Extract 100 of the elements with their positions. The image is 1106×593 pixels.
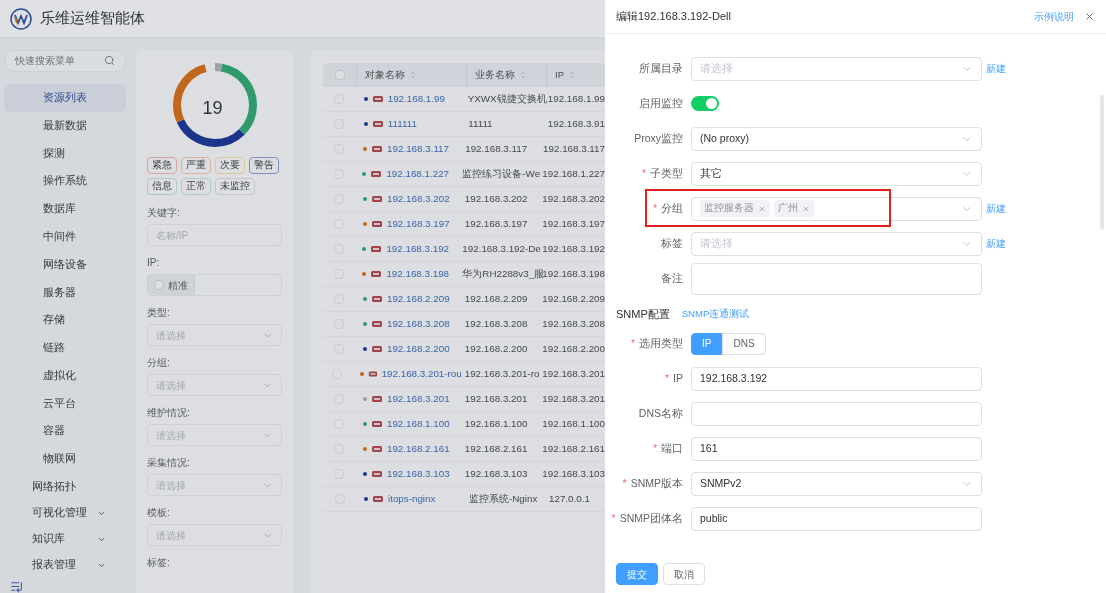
object-link[interactable]: 192.168.1.100 bbox=[386, 416, 450, 432]
object-link[interactable]: 192.168.1.227 bbox=[386, 166, 450, 182]
sidebar-group[interactable]: 可视化管理 bbox=[4, 500, 126, 527]
type-option[interactable]: IP bbox=[691, 332, 723, 355]
new-link[interactable]: 新建 bbox=[986, 61, 1006, 76]
checkbox[interactable] bbox=[154, 280, 164, 290]
sidebar-item[interactable]: 服务器 bbox=[4, 278, 126, 307]
table-cell-text: 192.168.3.103 bbox=[463, 466, 529, 481]
device-icon bbox=[371, 144, 384, 154]
form-label: 备注 bbox=[660, 270, 684, 286]
table-cell-text: 192.168.3.103 bbox=[541, 466, 605, 481]
sidebar-item[interactable]: 操作系统 bbox=[4, 167, 126, 196]
remove-icon[interactable] bbox=[758, 204, 766, 213]
table-cell-text: 192.168.3.202 bbox=[541, 191, 605, 206]
selected-tag[interactable]: 监控服务器 bbox=[700, 200, 770, 217]
select-field[interactable]: (No proxy) bbox=[691, 126, 982, 151]
sidebar-item[interactable]: 存储 bbox=[4, 306, 126, 335]
object-link[interactable]: 192.168.3.192 bbox=[386, 241, 450, 257]
sidebar-item[interactable]: 云平台 bbox=[4, 389, 126, 418]
sidebar-item[interactable]: 容器 bbox=[4, 417, 126, 446]
toggle-switch[interactable] bbox=[691, 96, 719, 111]
new-link[interactable]: 新建 bbox=[986, 236, 1006, 251]
close-icon[interactable] bbox=[1084, 11, 1095, 22]
object-link[interactable]: 111111 bbox=[387, 116, 417, 132]
sidebar-item[interactable]: 虚拟化 bbox=[4, 361, 126, 390]
table-cell-text: 192.168.3.197 bbox=[463, 216, 529, 231]
object-link[interactable]: 192.168.2.200 bbox=[386, 341, 450, 357]
sidebar-item[interactable]: 网络设备 bbox=[4, 250, 126, 279]
new-link[interactable]: 新建 bbox=[986, 201, 1006, 216]
object-link[interactable]: 192.168.3.201 bbox=[386, 391, 450, 407]
object-link[interactable]: 192.168.3.117 bbox=[387, 141, 449, 157]
text-field[interactable]: public bbox=[691, 506, 982, 531]
table-cell-text: 192.168.1.227 bbox=[541, 166, 605, 181]
table-cell-text: 监控系统-Nginx bbox=[468, 491, 539, 506]
column-header[interactable]: 业务名称 bbox=[466, 63, 546, 87]
object-link[interactable]: 192.168.2.209 bbox=[386, 291, 450, 307]
sidebar-group[interactable]: 知识库 bbox=[4, 526, 126, 553]
sidebar-item[interactable]: 中间件 bbox=[4, 222, 126, 251]
selected-tag[interactable]: 广州 bbox=[774, 200, 814, 217]
logo-icon bbox=[10, 7, 32, 30]
text-field[interactable]: 161 bbox=[691, 436, 982, 461]
status-tag[interactable]: 信息 bbox=[147, 178, 177, 195]
status-tag[interactable]: 未监控 bbox=[215, 178, 255, 195]
select-field[interactable]: SNMPv2 bbox=[691, 471, 982, 496]
multi-select-field[interactable]: 监控服务器 广州 bbox=[691, 196, 982, 221]
status-tag[interactable]: 警告 bbox=[249, 157, 279, 174]
form-label: 启用监控 bbox=[638, 95, 684, 111]
device-icon bbox=[370, 219, 383, 229]
type-option[interactable]: DNS bbox=[722, 332, 766, 355]
form-label: * 子类型 bbox=[640, 165, 684, 181]
device-icon bbox=[372, 494, 384, 504]
select-field[interactable]: 其它 bbox=[691, 161, 982, 186]
select-all-checkbox[interactable] bbox=[334, 70, 345, 80]
form-label: * 选用类型 bbox=[629, 335, 684, 351]
status-tag[interactable]: 正常 bbox=[181, 178, 211, 195]
object-link[interactable]: 192.168.3.201-rou bbox=[381, 366, 462, 382]
sidebar-item[interactable]: 数据库 bbox=[4, 195, 126, 223]
remove-icon[interactable] bbox=[802, 204, 810, 213]
table-cell-text: 192.168.1.100 bbox=[541, 416, 605, 431]
sidebar-item[interactable]: 探测 bbox=[4, 139, 126, 168]
form-label: Proxy监控 bbox=[633, 130, 684, 146]
object-link[interactable]: 192.168.3.103 bbox=[386, 466, 450, 482]
sidebar-item[interactable]: 资源列表 bbox=[4, 83, 126, 112]
object-link[interactable]: 192.168.3.198 bbox=[386, 266, 450, 282]
status-tag[interactable]: 严重 bbox=[181, 157, 211, 174]
sidebar-item[interactable]: 最新数据 bbox=[4, 111, 126, 140]
table-cell-text: 192.168.3.201 bbox=[541, 366, 605, 381]
snmp-test-link[interactable]: SNMP连通测试 bbox=[681, 306, 750, 322]
sidebar-group[interactable]: 报表管理 bbox=[4, 552, 126, 579]
remark-field[interactable] bbox=[691, 262, 982, 295]
sort-icon[interactable] bbox=[568, 71, 576, 79]
sort-icon[interactable] bbox=[409, 71, 417, 79]
field-label: 分组: bbox=[147, 356, 170, 370]
menu-search-field[interactable]: 快速搜索菜单 bbox=[4, 50, 126, 72]
sort-icon[interactable] bbox=[519, 71, 527, 79]
field-label: 关键字: bbox=[147, 206, 180, 220]
object-link[interactable]: 192.168.3.208 bbox=[386, 316, 450, 332]
help-link[interactable]: 示例说明 bbox=[1034, 9, 1074, 24]
status-tag[interactable]: 次要 bbox=[215, 157, 245, 174]
table-cell-text: 192.168.3.91 bbox=[546, 116, 605, 131]
table-cell-text: 192.168.3.202 bbox=[463, 191, 529, 206]
object-link[interactable]: 192.168.2.161 bbox=[386, 441, 450, 457]
sidebar-item[interactable]: 网络拓扑 bbox=[4, 473, 126, 501]
cancel-button[interactable]: 取消 bbox=[663, 563, 705, 585]
field-label: IP: bbox=[147, 256, 160, 270]
ip-field[interactable]: 精准 bbox=[147, 274, 282, 296]
sidebar-item[interactable]: 链路 bbox=[4, 334, 126, 362]
object-link[interactable]: 192.168.3.197 bbox=[386, 216, 450, 232]
object-link[interactable]: itops-nginx bbox=[388, 491, 436, 507]
form-label: 所属目录 bbox=[638, 60, 684, 76]
text-field[interactable] bbox=[691, 401, 982, 426]
column-header[interactable]: 对象名称 bbox=[356, 63, 466, 87]
text-field[interactable]: 192.168.3.192 bbox=[691, 366, 982, 391]
submit-button[interactable]: 提交 bbox=[616, 563, 658, 585]
drawer-title: 编辑192.168.3.192-Dell bbox=[616, 9, 731, 25]
status-tag[interactable]: 紧急 bbox=[147, 157, 177, 174]
object-link[interactable]: 192.168.3.202 bbox=[386, 191, 450, 207]
sidebar-item[interactable]: 物联网 bbox=[4, 445, 126, 474]
table-cell-text: YXWX锐捷交换机 bbox=[466, 91, 545, 106]
object-link[interactable]: 192.168.1.99 bbox=[387, 91, 445, 107]
